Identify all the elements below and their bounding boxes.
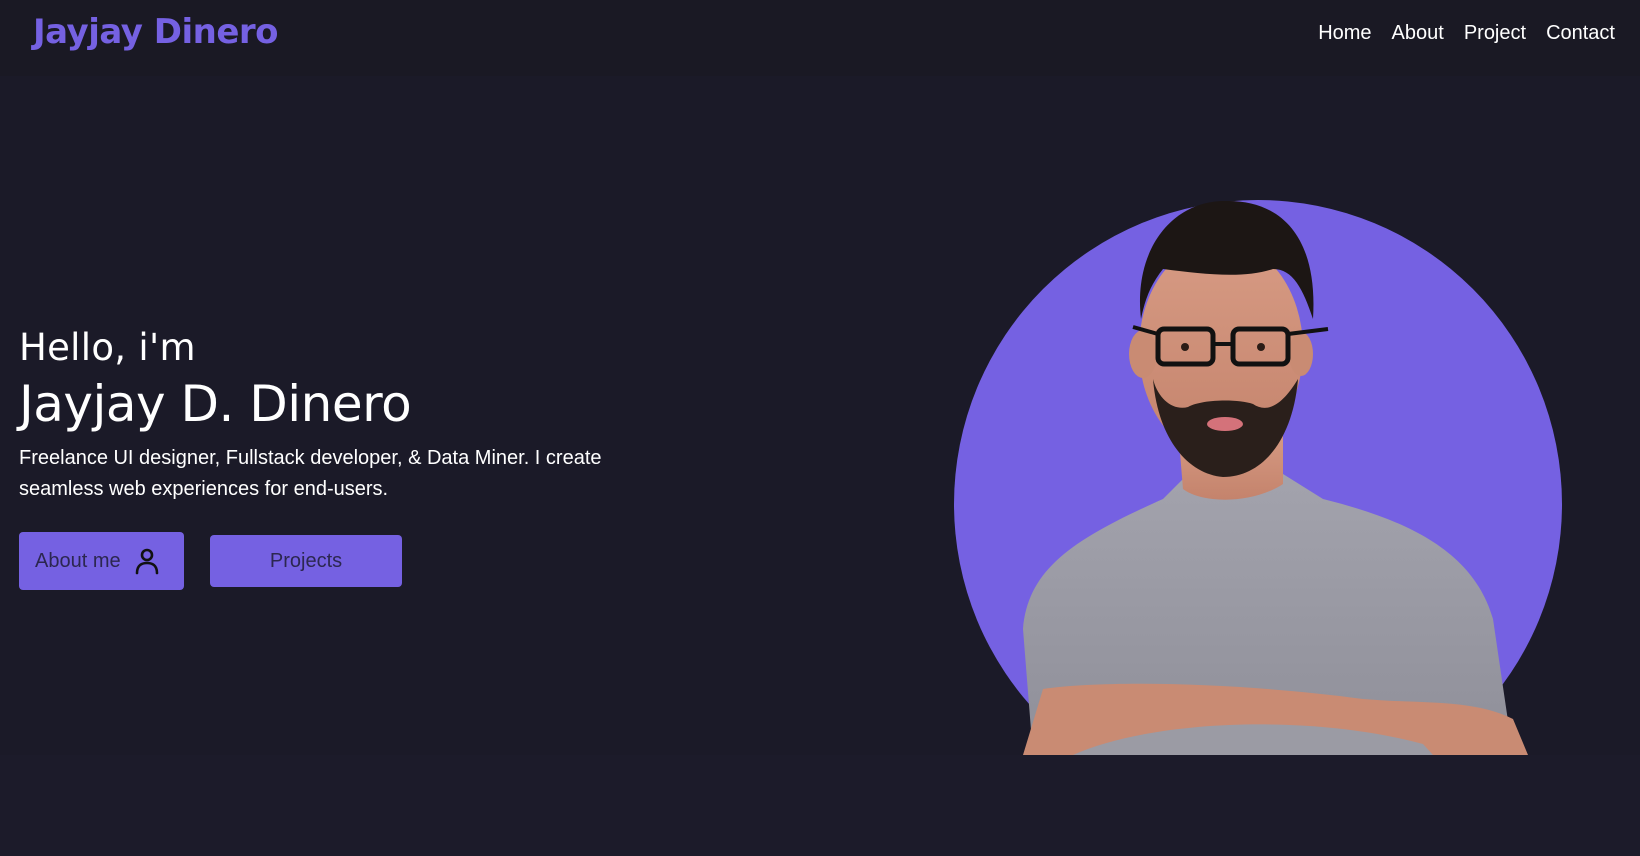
nav-project-link[interactable]: Project — [1464, 22, 1526, 45]
hero-greeting: Hello, i'm — [19, 326, 196, 369]
projects-button[interactable]: Projects — [210, 535, 402, 587]
profile-portrait — [953, 199, 1563, 755]
site-header: Jayjay Dinero Home About Project Contact — [0, 0, 1640, 76]
brand-logo[interactable]: Jayjay Dinero — [33, 12, 279, 52]
nav-contact-link[interactable]: Contact — [1546, 22, 1615, 45]
profile-photo — [954, 200, 1562, 755]
nav-about-link[interactable]: About — [1392, 22, 1444, 45]
nav-home-link[interactable]: Home — [1318, 22, 1371, 45]
main-nav: Home About Project Contact — [1318, 22, 1615, 45]
projects-label: Projects — [269, 549, 343, 572]
about-me-button[interactable]: About me — [19, 532, 184, 590]
about-me-label: About me — [35, 549, 121, 572]
section-divider — [0, 755, 1640, 856]
hero-tagline: Freelance UI designer, Fullstack develop… — [19, 447, 602, 500]
hero-name: Jayjay D. Dinero — [19, 375, 412, 433]
hero-intro: Hello, i'm Jayjay D. Dinero Freelance UI… — [19, 326, 619, 505]
user-icon — [133, 547, 161, 575]
